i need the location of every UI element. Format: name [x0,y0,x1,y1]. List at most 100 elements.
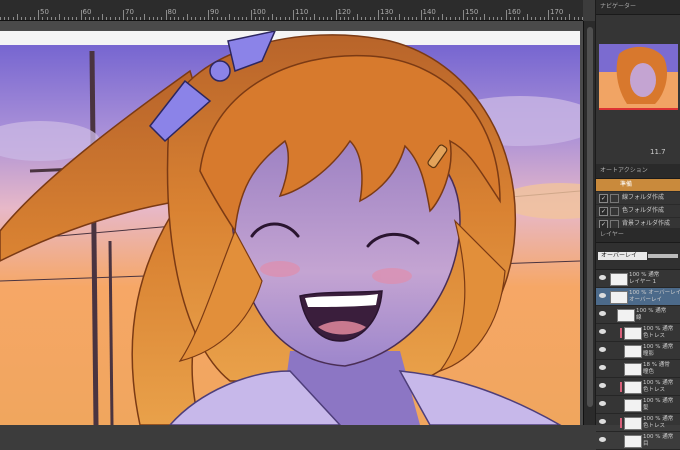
layer-thumbnail [624,381,642,394]
layer-row[interactable]: 100 % 通常目 [596,432,680,450]
ruler-tick [565,17,566,20]
ruler-tick [101,14,103,20]
ruler-tick [497,17,498,20]
layer-thumbnail [624,327,642,340]
ruler-tick [263,17,265,20]
ruler-tick [582,17,583,20]
layer-tab-label: レイヤー [600,231,624,238]
eye-icon[interactable] [599,311,606,316]
ruler-label: 60 [82,8,92,16]
eye-icon[interactable] [599,383,606,388]
ruler-tick [399,14,401,20]
ruler-tick [4,17,5,20]
artwork-canvas[interactable] [0,31,580,425]
layer-title: 目 [643,440,649,447]
auto-action-tab-label: オートアクション [600,167,648,174]
dialog-toggle-icon[interactable] [610,207,619,216]
layer-row[interactable]: 100 % 通常 色トレス [596,324,680,342]
ruler-tick [509,17,511,20]
eye-icon[interactable] [599,437,606,442]
ruler-label: 120 [337,8,351,16]
eye-icon[interactable] [599,329,606,334]
layer-thumbnail [624,399,642,412]
ruler-tick [454,17,456,20]
ruler-tick [63,17,65,20]
eye-icon[interactable] [599,275,606,280]
auto-action-item[interactable]: ✓ 色フォルダ作成 [596,205,680,218]
ruler-tick [569,14,571,20]
ruler-label: 50 [40,8,49,16]
ruler-tick [560,17,562,20]
layer-thumbnail [610,291,628,304]
ruler-tick [178,17,180,20]
layer-list: 100 % 通常 レイヤー 1 100 % オーバーレイ オーバーレイ 100 % 通常… [596,270,680,450]
ruler-tick [67,17,69,20]
ruler-tick [276,17,277,20]
ruler-tick [446,17,447,20]
eye-icon[interactable] [599,365,606,370]
layer-row[interactable]: 100 % 通常線 [596,306,680,324]
ruler-tick [203,17,205,20]
layer-blend-opacity: 18 % 通常 [643,362,670,368]
ruler-tick [463,10,464,20]
ruler-tick [140,17,141,20]
eye-icon[interactable] [599,347,606,352]
eye-icon[interactable] [599,419,606,424]
layer-title: オーバーレイ [629,296,662,303]
layer-name: 100 % 通常 瞳影 [643,344,673,357]
layer-title: 色トレス [643,422,666,429]
auto-action-item-label: 線フォルダ作成 [622,194,665,201]
ruler-tick [514,17,515,20]
auto-action-panel: オートアクション 準備 ✓ 線フォルダ作成 ✓ 色フォルダ作成 ✓ 背景フォルダ作成 [596,164,680,231]
ruler-tick [390,17,392,20]
layer-title: 色トレス [643,332,666,339]
ruler-tick [293,10,294,20]
checkbox-icon[interactable]: ✓ [599,194,608,203]
ruler-tick [373,17,375,20]
ruler-tick [467,17,469,20]
navigator-tab[interactable]: ナビゲーター [596,0,680,15]
ruler-tick [556,17,558,20]
dialog-toggle-icon[interactable] [610,194,619,203]
layer-tab[interactable]: レイヤー [596,228,680,243]
ruler-tick [123,10,124,20]
blend-mode-select[interactable]: オーバーレイ [598,252,647,260]
ruler-tick [50,17,52,20]
ruler-tick [271,14,273,20]
ruler-tick [288,17,290,20]
ruler-tick [501,17,503,20]
ruler-tick [225,17,226,20]
opacity-slider[interactable] [648,254,678,258]
auto-action-tab[interactable]: オートアクション [596,164,680,179]
auto-action-item[interactable]: ✓ 線フォルダ作成 [596,192,680,205]
ruler-tick [322,17,324,20]
layer-row[interactable]: 100 % オーバーレイ オーバーレイ [596,288,680,306]
canvas-area[interactable] [0,21,583,425]
layer-row[interactable]: 100 % 通常 色トレス [596,414,680,432]
layer-row[interactable]: 100 % 通常 色トレス [596,378,680,396]
ruler-tick [573,17,575,20]
ruler-tick [348,17,350,20]
ruler-label: 70 [125,8,134,16]
checkbox-icon[interactable]: ✓ [599,207,608,216]
auto-action-set-header[interactable]: 準備 [596,179,680,192]
ruler-tick [420,10,422,20]
eye-icon[interactable] [599,293,606,298]
navigator-thumbnail[interactable] [599,44,678,110]
ruler-label: 140 [422,8,436,16]
layer-name: 18 % 通常 瞳色 [643,362,670,375]
ruler-label: 80 [167,8,177,16]
ruler-tick [535,17,537,20]
layer-row[interactable]: 100 % 通常 レイヤー 1 [596,270,680,288]
layer-row[interactable]: 100 % 通常 瞳影 [596,342,680,360]
zoom-value[interactable]: 11.7 [650,148,666,156]
eye-icon[interactable] [599,401,606,406]
ruler-tick [441,14,443,20]
ruler-tick [548,10,549,20]
ruler-tick [369,17,371,20]
scrollbar-thumb[interactable] [587,27,593,407]
ruler-tick [237,17,239,20]
layer-row[interactable]: 18 % 通常 瞳色 [596,360,680,378]
ruler-tick [46,17,48,20]
layer-row[interactable]: 100 % 通常髪 [596,396,680,414]
